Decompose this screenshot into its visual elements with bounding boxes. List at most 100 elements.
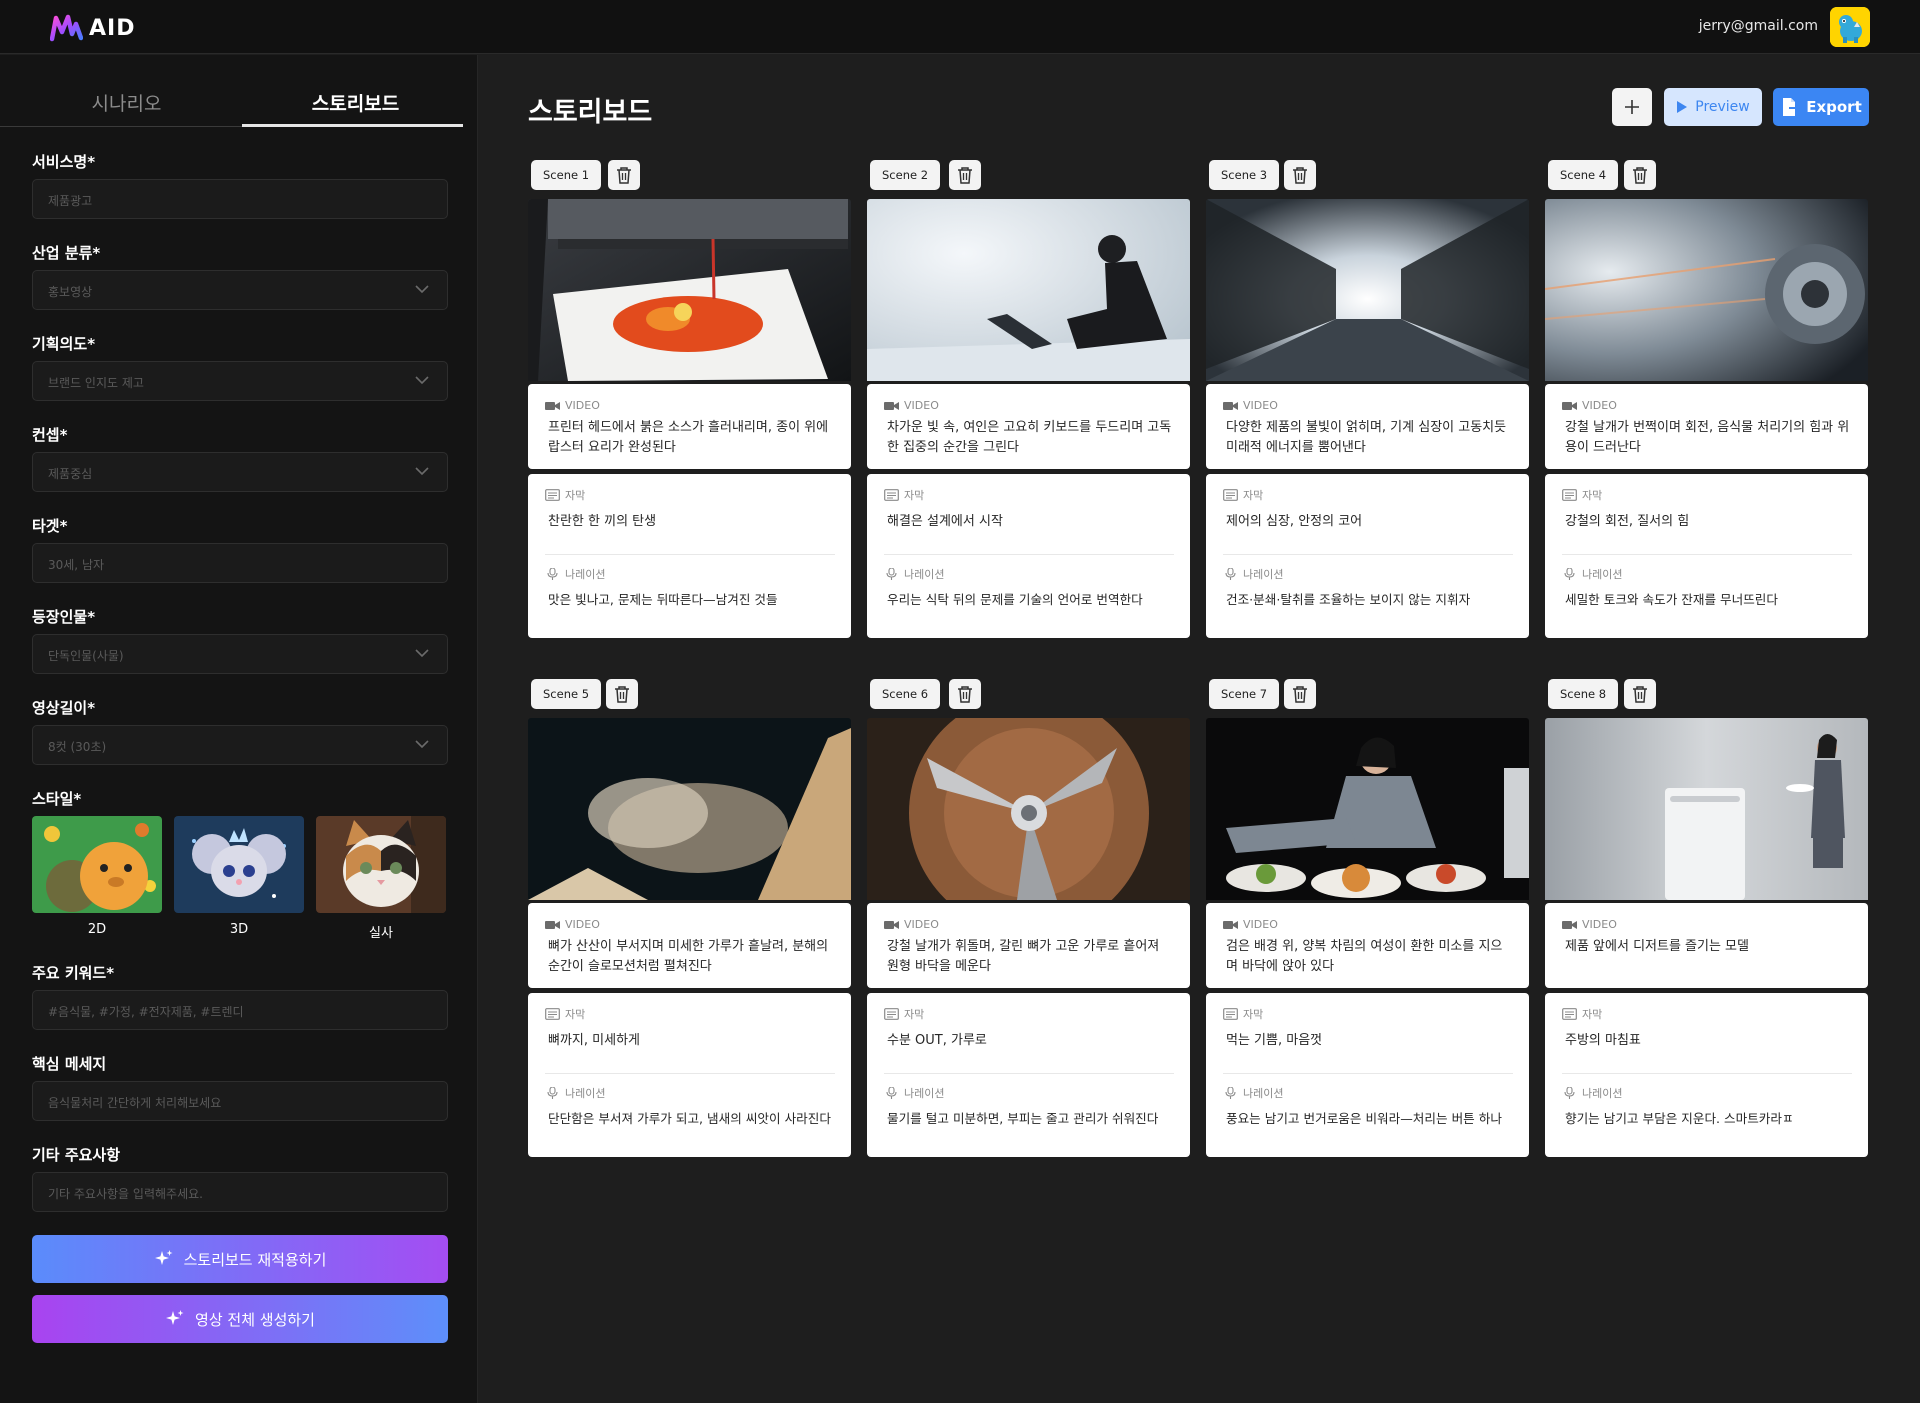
avatar[interactable]	[1830, 7, 1870, 47]
trash-icon	[617, 167, 631, 184]
target-input[interactable]: 30세, 남자	[32, 543, 448, 583]
scene-tag[interactable]: Scene 3	[1209, 160, 1280, 190]
other-notes-input[interactable]: 기타 주요사항을 입력해주세요.	[32, 1172, 448, 1212]
caption-text-icon	[884, 489, 899, 501]
preview-button[interactable]: Preview	[1664, 88, 1762, 126]
microphone-icon	[1564, 568, 1575, 580]
caption-text: 먹는 기쁨, 마음껏	[1226, 1033, 1323, 1048]
avatar-dino-icon	[1830, 7, 1870, 47]
narration-label: 나레이션	[1562, 1085, 1622, 1101]
sparkle-icon	[166, 1310, 184, 1325]
video-label: VIDEO	[1223, 918, 1278, 931]
tab-storyboard[interactable]: 스토리보드	[242, 89, 469, 116]
delete-scene-button[interactable]	[1284, 160, 1316, 190]
video-description: 강철 날개가 번쩍이며 회전, 음식물 처리기의 힘과 위용이 드러난다	[1565, 420, 1850, 455]
delete-scene-button[interactable]	[949, 679, 981, 709]
video-description-card[interactable]: VIDEO 검은 배경 위, 양복 차림의 여성이 환한 미소를 지으며 바닥에…	[1206, 903, 1529, 988]
keywords-input[interactable]: #음식물, #가정, #전자제품, #트렌디	[32, 990, 448, 1030]
delete-scene-button[interactable]	[1624, 679, 1656, 709]
planning-intent-value: 브랜드 인지도 제고	[48, 376, 144, 390]
scene-thumbnail[interactable]	[867, 718, 1190, 900]
service-name-input[interactable]: 제품광고	[32, 179, 448, 219]
scene-tag[interactable]: Scene 8	[1548, 679, 1619, 709]
delete-scene-button[interactable]	[606, 679, 638, 709]
scene-thumbnail[interactable]	[867, 199, 1190, 381]
video-description-card[interactable]: VIDEO 강철 날개가 휘돌며, 갈린 뼈가 고운 가루로 흩어져 원형 바닥…	[867, 903, 1190, 988]
video-length-select[interactable]: 8컷 (30초)	[32, 725, 448, 765]
caption-narration-card[interactable]: 자막 강철의 회전, 질서의 힘 나레이션 세밀한 토크와 속도가 잔재를 무너…	[1545, 474, 1868, 638]
caption-label: 자막	[1223, 487, 1263, 503]
caption-narration-card[interactable]: 자막 찬란한 한 끼의 탄생 나레이션 맛은 빛나고, 문제는 뒤따른다—남겨진…	[528, 474, 851, 638]
page-title: 스토리보드	[528, 97, 653, 128]
video-camera-icon	[1562, 920, 1577, 929]
microphone-icon	[1225, 568, 1236, 580]
video-camera-icon	[884, 920, 899, 929]
active-tab-indicator	[242, 124, 463, 127]
caption-text-icon	[1562, 1008, 1577, 1020]
delete-scene-button[interactable]	[1624, 160, 1656, 190]
video-description-card[interactable]: VIDEO 프린터 헤드에서 붉은 소스가 흘러내리며, 종이 위에 랍스터 요…	[528, 384, 851, 469]
add-scene-button[interactable]	[1612, 88, 1652, 126]
concept-select[interactable]: 제품중심	[32, 452, 448, 492]
characters-select[interactable]: 단독인물(사물)	[32, 634, 448, 674]
video-description-card[interactable]: VIDEO 차가운 빛 속, 여인은 고요히 키보드를 두드리며 고독한 집중의…	[867, 384, 1190, 469]
chevron-down-icon	[415, 649, 429, 658]
scene-tag[interactable]: Scene 5	[531, 679, 602, 709]
service-name-label: 서비스명*	[32, 153, 96, 171]
caption-text: 찬란한 한 끼의 탄생	[548, 514, 657, 529]
scene-thumbnail[interactable]	[1545, 718, 1868, 900]
video-label-text: VIDEO	[904, 918, 939, 931]
caption-narration-card[interactable]: 자막 제어의 심장, 안정의 코어 나레이션 건조·분쇄·탈취를 조율하는 보이…	[1206, 474, 1529, 638]
scene-tag[interactable]: Scene 1	[531, 160, 602, 190]
keywords-placeholder: #음식물, #가정, #전자제품, #트렌디	[48, 1005, 244, 1019]
scene-thumbnail[interactable]	[528, 718, 851, 900]
style-option-3d[interactable]	[174, 816, 304, 913]
industry-label: 산업 분류*	[32, 244, 101, 262]
scene-tag[interactable]: Scene 7	[1209, 679, 1280, 709]
microphone-icon	[547, 1087, 558, 1099]
planning-intent-select[interactable]: 브랜드 인지도 제고	[32, 361, 448, 401]
woman-laptop-image	[867, 199, 1190, 381]
app-logo[interactable]: AID	[50, 14, 135, 42]
reapply-storyboard-button[interactable]: 스토리보드 재적용하기	[32, 1235, 448, 1283]
video-description-card[interactable]: VIDEO 강철 날개가 번쩍이며 회전, 음식물 처리기의 힘과 위용이 드러…	[1545, 384, 1868, 469]
caption-label: 자막	[545, 487, 585, 503]
video-camera-icon	[1223, 920, 1238, 929]
caption-narration-card[interactable]: 자막 수분 OUT, 가루로 나레이션 물기를 털고 미분하면, 부피는 줄고 …	[867, 993, 1190, 1157]
tab-scenario[interactable]: 시나리오	[13, 89, 240, 116]
delete-scene-button[interactable]	[949, 160, 981, 190]
video-description-card[interactable]: VIDEO 뼈가 산산이 부서지며 미세한 가루가 흩날려, 분해의 순간이 슬…	[528, 903, 851, 988]
style-option-2d[interactable]	[32, 816, 162, 913]
caption-text-icon	[545, 1008, 560, 1020]
core-message-input[interactable]: 음식물처리 간단하게 처리해보세요	[32, 1081, 448, 1121]
caption-narration-card[interactable]: 자막 주방의 마침표 나레이션 향기는 남기고 부담은 지운다. 스마트카라ㅍ	[1545, 993, 1868, 1157]
narration-label-text: 나레이션	[1243, 1087, 1284, 1100]
video-description-card[interactable]: VIDEO 다양한 제품의 불빛이 얽히며, 기계 심장이 고동치듯 미래적 에…	[1206, 384, 1529, 469]
industry-select[interactable]: 홍보영상	[32, 270, 448, 310]
caption-narration-card[interactable]: 자막 해결은 설계에서 시작 나레이션 우리는 식탁 뒤의 문제를 기술의 언어…	[867, 474, 1190, 638]
chevron-down-icon	[415, 467, 429, 476]
scene-thumbnail[interactable]	[528, 199, 851, 381]
microphone-icon	[1225, 1087, 1236, 1099]
scene-thumbnail[interactable]	[1206, 199, 1529, 381]
caption-label: 자막	[545, 1006, 585, 1022]
narration-label-text: 나레이션	[1582, 568, 1623, 581]
scene-tag[interactable]: Scene 6	[870, 679, 941, 709]
delete-scene-button[interactable]	[1284, 679, 1316, 709]
export-button[interactable]: Export	[1773, 88, 1869, 126]
delete-scene-button[interactable]	[608, 160, 640, 190]
caption-narration-card[interactable]: 자막 먹는 기쁨, 마음껏 나레이션 풍요는 남기고 번거로움은 비워라—처리는…	[1206, 993, 1529, 1157]
trash-icon	[958, 686, 972, 703]
caption-text: 해결은 설계에서 시작	[887, 514, 1003, 529]
style-option-realistic[interactable]	[316, 816, 446, 913]
2d-capybara-thumb	[32, 816, 162, 913]
scene-tag[interactable]: Scene 2	[870, 160, 941, 190]
scene-thumbnail[interactable]	[1545, 199, 1868, 381]
video-description-card[interactable]: VIDEO 제품 앞에서 디저트를 즐기는 모델	[1545, 903, 1868, 988]
video-label: VIDEO	[545, 918, 600, 931]
generate-all-video-button[interactable]: 영상 전체 생성하기	[32, 1295, 448, 1343]
caption-narration-card[interactable]: 자막 뼈까지, 미세하게 나레이션 단단함은 부서져 가루가 되고, 냄새의 씨…	[528, 993, 851, 1157]
scene-tag[interactable]: Scene 4	[1548, 160, 1619, 190]
video-label: VIDEO	[884, 399, 939, 412]
scene-thumbnail[interactable]	[1206, 718, 1529, 900]
